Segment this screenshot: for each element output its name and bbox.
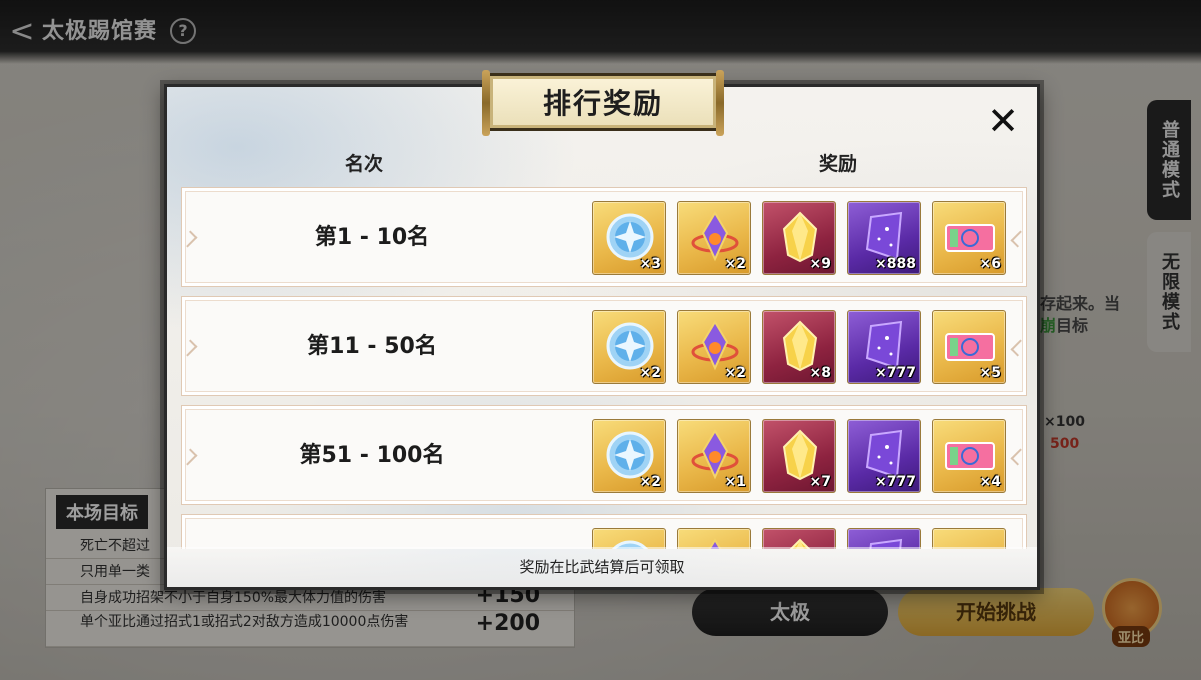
rank-row: 第1 - 10名 ×3 ×2 ×9 ×888 ×6 xyxy=(181,187,1027,287)
reward-count: ×777 xyxy=(875,474,916,490)
dialog-title: 排行奖励 xyxy=(542,87,663,120)
reward-item[interactable]: ×2 xyxy=(677,310,751,384)
column-header-reward: 奖励 xyxy=(819,153,858,175)
reward-item[interactable] xyxy=(762,528,836,549)
reward-count: ×777 xyxy=(875,365,916,381)
reward-item[interactable]: ×888 xyxy=(847,201,921,275)
reward-item[interactable]: ×777 xyxy=(847,419,921,493)
reward-item[interactable]: ×4 xyxy=(932,419,1006,493)
ranking-rewards-dialog: 排行奖励 ✕ 名次 奖励 第1 - 10名 ×3 ×2 ×9 ×888 ×6 第11 -… xyxy=(164,70,1040,590)
title-scroll-banner: 排行奖励 xyxy=(482,70,724,136)
reward-count: ×2 xyxy=(724,365,746,381)
reward-count: ×7 xyxy=(809,474,831,490)
rank-row xyxy=(181,514,1027,549)
reward-count: ×9 xyxy=(809,256,831,272)
reward-item[interactable]: ×5 xyxy=(932,310,1006,384)
reward-count: ×2 xyxy=(639,365,661,381)
reward-count: ×1 xyxy=(724,474,746,490)
reward-item[interactable]: ×9 xyxy=(762,201,836,275)
rank-range: 第1 - 10名 xyxy=(314,225,430,250)
reward-count: ×4 xyxy=(979,474,1001,490)
column-header-rank: 名次 xyxy=(345,153,384,175)
reward-count: ×8 xyxy=(809,365,831,381)
rank-range: 第11 - 50名 xyxy=(307,334,437,359)
reward-item[interactable] xyxy=(592,528,666,549)
reward-count: ×6 xyxy=(979,256,1001,272)
reward-item[interactable] xyxy=(932,528,1006,549)
reward-count: ×2 xyxy=(724,256,746,272)
reward-count: ×5 xyxy=(979,365,1001,381)
rank-range xyxy=(182,515,562,549)
reward-item[interactable] xyxy=(677,528,751,549)
reward-item[interactable]: ×7 xyxy=(762,419,836,493)
reward-item[interactable]: ×2 xyxy=(592,310,666,384)
reward-item[interactable]: ×2 xyxy=(677,201,751,275)
reward-item[interactable]: ×1 xyxy=(677,419,751,493)
rank-row: 第51 - 100名 ×2 ×1 ×7 ×777 ×4 xyxy=(181,405,1027,505)
rank-row: 第11 - 50名 ×2 ×2 ×8 ×777 ×5 xyxy=(181,296,1027,396)
footer-note: 奖励在比武结算后可领取 xyxy=(167,547,1037,587)
reward-item[interactable]: ×3 xyxy=(592,201,666,275)
close-icon[interactable]: ✕ xyxy=(983,101,1023,141)
reward-item[interactable]: ×8 xyxy=(762,310,836,384)
reward-count: ×888 xyxy=(875,256,916,272)
rank-reward-list[interactable]: 第1 - 10名 ×3 ×2 ×9 ×888 ×6 第11 - 50名 ×2 ×2 ×8 ×7… xyxy=(181,187,1027,549)
reward-count: ×2 xyxy=(639,474,661,490)
reward-count: ×3 xyxy=(639,256,661,272)
reward-item[interactable] xyxy=(847,528,921,549)
reward-item[interactable]: ×777 xyxy=(847,310,921,384)
reward-item[interactable]: ×6 xyxy=(932,201,1006,275)
reward-item[interactable]: ×2 xyxy=(592,419,666,493)
rank-range: 第51 - 100名 xyxy=(299,443,445,468)
